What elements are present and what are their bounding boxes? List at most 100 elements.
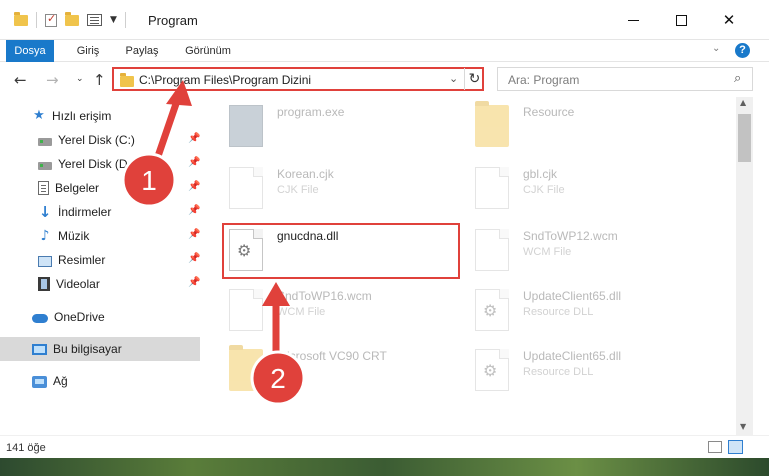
folder-item[interactable]: Resource — [475, 101, 695, 149]
window-title: Program — [148, 13, 198, 28]
maximize-icon — [675, 14, 687, 26]
sidebar-item-label: İndirmeler — [58, 205, 112, 219]
file-name: gbl.cjk — [523, 167, 558, 181]
close-button[interactable]: ✕ — [706, 0, 752, 40]
scroll-up-icon[interactable]: ▲ — [740, 98, 746, 107]
sidebar-item-onedrive[interactable]: OneDrive — [32, 305, 198, 329]
file-name: UpdateClient65.dll — [523, 289, 622, 303]
folder-item[interactable]: Microsoft VC90 CRT — [229, 345, 449, 393]
sidebar-item-local-disk-d[interactable]: Yerel Disk (D:) 📌 — [38, 152, 202, 176]
sidebar-item-label: Ağ — [53, 374, 68, 388]
navigation-pane: ★ Hızlı erişim Yerel Disk (C:) 📌 Yerel D… — [0, 97, 202, 435]
sidebar-item-pictures[interactable]: Resimler 📌 — [38, 248, 202, 272]
file-item[interactable]: program.exe — [229, 105, 449, 149]
star-icon: ★ — [33, 108, 45, 123]
drive-icon — [38, 137, 52, 146]
address-bar[interactable]: C:\Program Files\Program Dizini ⌄ ↻ — [112, 67, 484, 91]
sidebar-item-quick-access[interactable]: ★ Hızlı erişim — [32, 104, 198, 128]
file-type: CJK File — [523, 184, 565, 196]
file-icon — [475, 167, 509, 209]
minimize-icon — [627, 19, 639, 21]
this-pc-icon — [32, 344, 47, 355]
music-icon: ♪ — [40, 228, 50, 244]
recent-locations-chevron-icon[interactable]: ⌄ — [76, 74, 84, 84]
gear-icon: ⚙ — [483, 301, 498, 320]
dll-icon: ⚙ — [475, 349, 509, 391]
back-arrow-icon[interactable]: ← — [14, 71, 27, 89]
folder-icon — [14, 11, 28, 26]
file-item[interactable]: ⚙ UpdateClient65.dll Resource DLL — [475, 349, 695, 393]
sidebar-item-local-disk-c[interactable]: Yerel Disk (C:) 📌 — [38, 128, 202, 152]
toolbar-divider — [124, 12, 126, 28]
large-icons-view-icon[interactable] — [728, 440, 743, 454]
file-list: program.exe Resource Korean.cjk CJK File… — [203, 97, 736, 435]
file-name: Microsoft VC90 CRT — [277, 349, 387, 363]
expand-ribbon-chevron-icon[interactable]: ⌄ — [712, 43, 720, 54]
file-name: UpdateClient65.dll — [523, 349, 622, 363]
tab-gorunum[interactable]: Görünüm — [178, 40, 238, 62]
desktop-background — [0, 458, 769, 476]
search-icon[interactable]: ⌕ — [734, 71, 741, 86]
up-arrow-icon[interactable]: ↑ — [93, 71, 106, 89]
sidebar-item-documents[interactable]: Belgeler 📌 — [38, 176, 202, 200]
sidebar-item-label: OneDrive — [54, 310, 105, 324]
pin-icon[interactable]: 📌 — [188, 181, 200, 192]
navigation-bar: ← → ⌄ ↑ C:\Program Files\Program Dizini … — [0, 63, 769, 97]
sidebar-item-this-pc[interactable]: Bu bilgisayar — [0, 337, 200, 361]
help-button[interactable]: ? — [735, 43, 750, 58]
file-item[interactable]: ⚙ UpdateClient65.dll Resource DLL — [475, 289, 695, 333]
pin-icon[interactable]: 📌 — [188, 205, 200, 216]
sidebar-item-music[interactable]: ♪ Müzik 📌 — [38, 224, 202, 248]
minimize-button[interactable] — [610, 0, 656, 40]
sidebar-item-label: Yerel Disk (D:) — [58, 157, 135, 171]
file-name: SndToWP12.wcm — [523, 229, 618, 243]
sidebar-item-network[interactable]: Ağ — [32, 369, 198, 393]
exe-icon — [229, 105, 263, 147]
properties-icon[interactable] — [87, 14, 102, 26]
file-type: Resource DLL — [523, 306, 594, 318]
refresh-icon[interactable]: ↻ — [464, 68, 484, 90]
file-name: SndToWP16.wcm — [277, 289, 372, 303]
scroll-thumb[interactable] — [738, 114, 751, 162]
properties-check-icon[interactable] — [45, 12, 57, 27]
sidebar-item-downloads[interactable]: ↓ İndirmeler 📌 — [38, 200, 202, 224]
sidebar-item-label: Hızlı erişim — [52, 109, 112, 123]
sidebar-item-videos[interactable]: Videolar 📌 — [38, 272, 202, 296]
forward-arrow-icon[interactable]: → — [46, 71, 59, 89]
maximize-button[interactable] — [658, 0, 704, 40]
file-item[interactable]: SndToWP12.wcm WCM File — [475, 229, 695, 273]
network-icon — [32, 375, 47, 388]
file-item[interactable]: Korean.cjk CJK File — [229, 167, 449, 211]
pin-icon[interactable]: 📌 — [188, 133, 200, 144]
file-item[interactable]: gbl.cjk CJK File — [475, 167, 695, 211]
address-history-chevron-icon[interactable]: ⌄ — [449, 72, 458, 85]
file-type: CJK File — [277, 184, 319, 196]
file-name: program.exe — [277, 105, 345, 119]
scroll-down-icon[interactable]: ▼ — [740, 422, 746, 431]
file-type: Resource DLL — [523, 366, 594, 378]
tab-giris[interactable]: Giriş — [66, 40, 110, 62]
pin-icon[interactable]: 📌 — [188, 253, 200, 264]
tab-paylas[interactable]: Paylaş — [120, 40, 164, 62]
folder-icon — [120, 73, 134, 87]
customize-toolbar-chevron-icon[interactable]: ▼ — [110, 15, 117, 25]
new-folder-icon[interactable] — [65, 11, 79, 26]
tab-dosya[interactable]: Dosya — [6, 40, 54, 62]
vertical-scrollbar[interactable]: ▲ ▼ — [736, 97, 753, 435]
details-view-icon[interactable] — [708, 441, 722, 453]
sidebar-item-label: Müzik — [58, 229, 90, 243]
file-type: WCM File — [277, 306, 326, 318]
highlight-box-gnucdna — [222, 223, 460, 279]
folder-icon — [475, 101, 509, 147]
gear-icon: ⚙ — [483, 361, 498, 380]
search-input[interactable]: Ara: Program ⌕ — [497, 67, 753, 91]
file-item[interactable]: SndToWP16.wcm WCM File — [229, 289, 449, 333]
sidebar-item-label: Videolar — [56, 277, 100, 291]
pin-icon[interactable]: 📌 — [188, 277, 200, 288]
status-bar: 141 öğe — [0, 435, 769, 458]
sidebar-item-label: Yerel Disk (C:) — [58, 133, 135, 147]
address-path[interactable]: C:\Program Files\Program Dizini — [139, 73, 311, 87]
download-icon: ↓ — [38, 203, 52, 221]
pin-icon[interactable]: 📌 — [188, 229, 200, 240]
pin-icon[interactable]: 📌 — [188, 157, 200, 168]
